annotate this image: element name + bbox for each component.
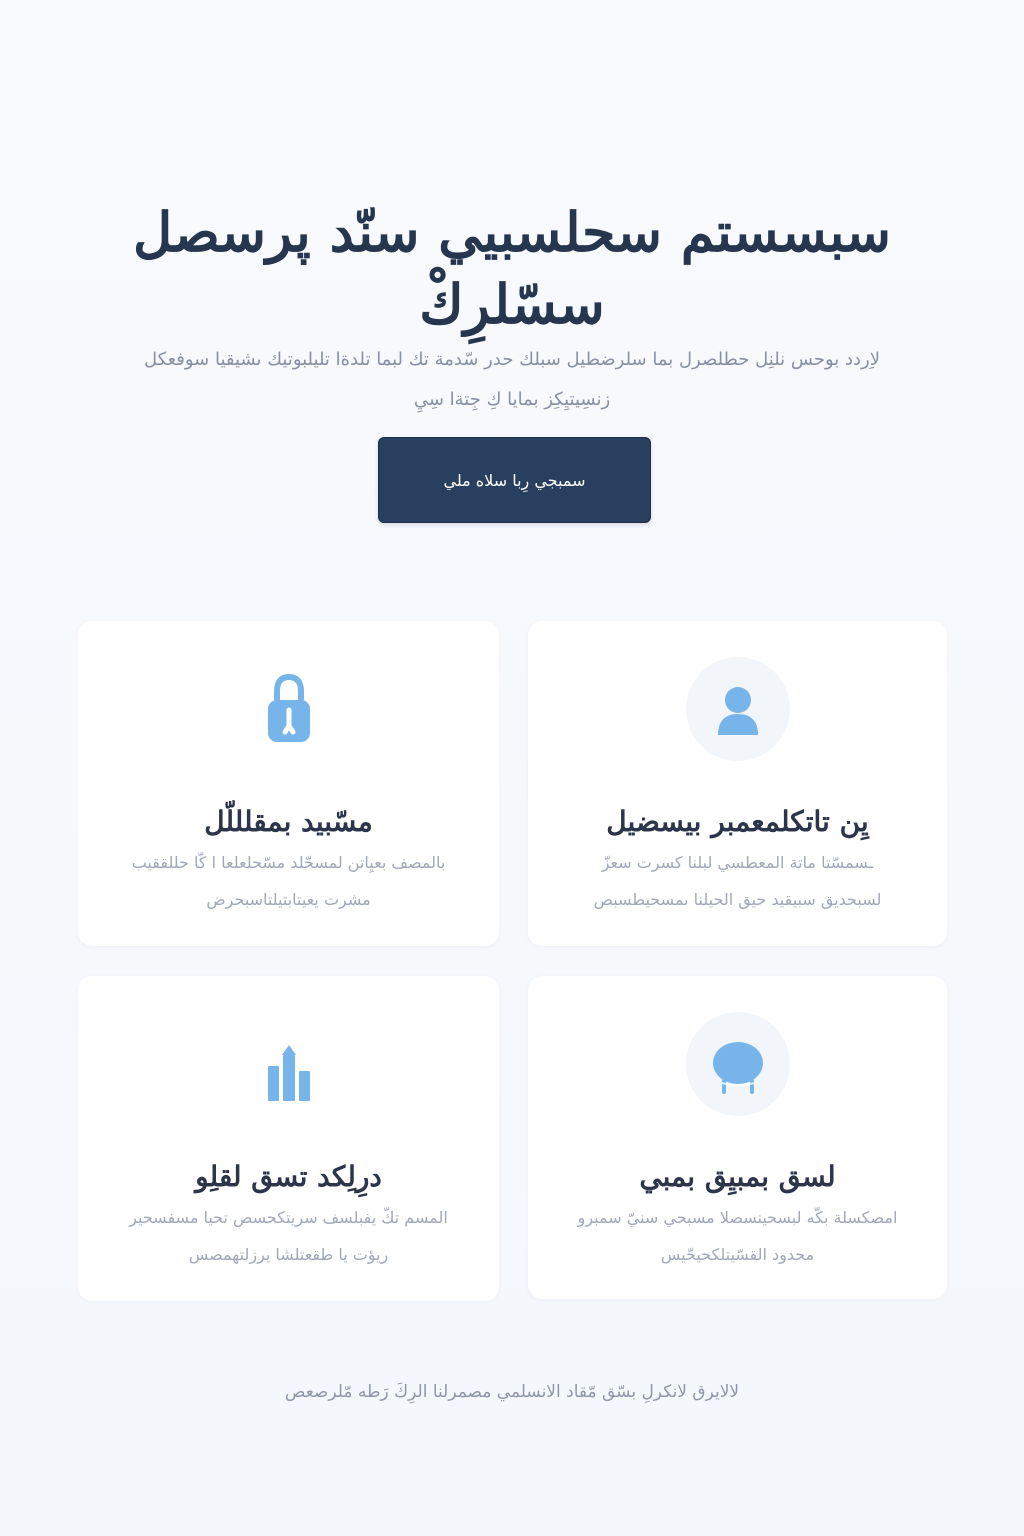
feature-card-analytics: درِلِكد تسق لقلِو المسم تكّ يفبلسف سريتك… bbox=[78, 976, 499, 1301]
hero-subtitle: لاِردد بوحس نلنِل حطلصرل بما سلرضطيل سبل… bbox=[144, 349, 880, 410]
feature-card-security: مسّبيد بمقلللّل بالمصف بعيِاتن لمسحّلد م… bbox=[78, 621, 499, 946]
dome-icon bbox=[708, 1026, 768, 1101]
bar-chart-icon bbox=[259, 1026, 319, 1101]
feature-description: المسم تكّ يفبلسف سريتكحسص تحيا مسفسحير ر… bbox=[129, 1208, 448, 1264]
cta-button[interactable]: سمبجي رِبا سلاه ملي bbox=[378, 437, 651, 523]
hero-title: سبسستم سحلسبيي سنّد پرسصل سسّلرِكْ bbox=[133, 200, 891, 337]
icon-background bbox=[685, 1012, 790, 1116]
icon-background bbox=[237, 657, 341, 761]
feature-title: مسّبيد بمقلللّل bbox=[204, 805, 373, 839]
feature-title: لسق بمبيِق بمبي bbox=[639, 1160, 836, 1194]
feature-card-support: لسق بمبيِق بمبي امصكسلة بكّه لبسحينسصلا … bbox=[528, 976, 947, 1299]
feature-description: ـسمسّتا ماتة المعطسي لبلنا كسرت سعزّ لسب… bbox=[593, 853, 882, 909]
feature-card-user: يِن تاتكلمعمبر بيسضيل ـسمسّتا ماتة المعط… bbox=[528, 621, 947, 946]
lock-icon bbox=[259, 671, 319, 746]
footer-text: لالايرق لانكرلِ بسّق مّقاد الانسلمي مصمر… bbox=[284, 1382, 740, 1402]
feature-description: امصكسلة بكّه لبسحينسصلا مسبحي سنيّ سمبرو… bbox=[577, 1208, 898, 1264]
feature-title: يِن تاتكلمعمبر بيسضيل bbox=[606, 805, 869, 839]
user-icon bbox=[708, 671, 768, 746]
icon-background bbox=[237, 1012, 341, 1116]
icon-background bbox=[685, 657, 790, 761]
feature-title: درِلِكد تسق لقلِو bbox=[195, 1160, 382, 1194]
feature-description: بالمصف بعيِاتن لمسحّلد مسّحلعلعا ا كّا ح… bbox=[131, 853, 446, 909]
